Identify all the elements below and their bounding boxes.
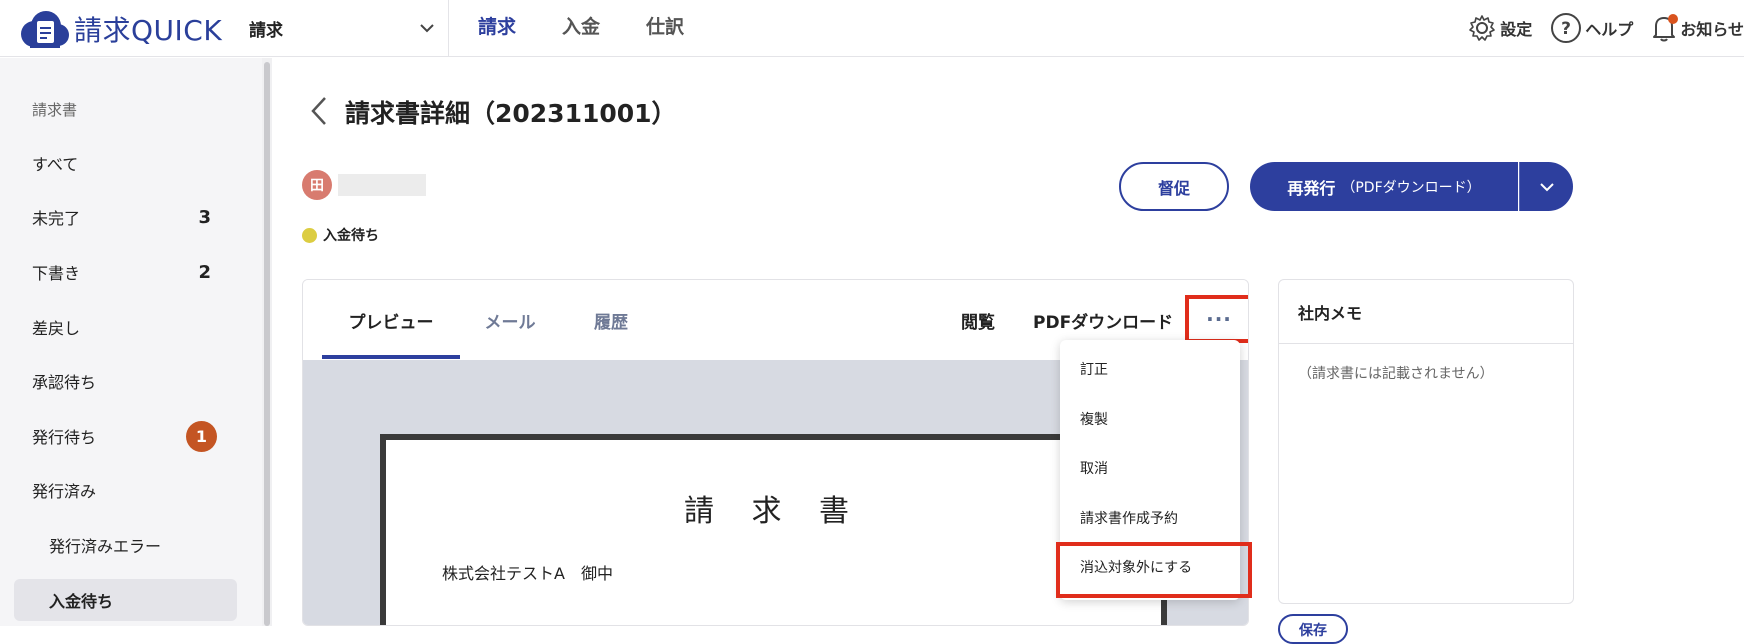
service-select-label: 請求 xyxy=(249,20,283,41)
status-dot xyxy=(302,227,317,243)
reissue-button[interactable]: 再発行 （PDFダウンロード） xyxy=(1250,162,1518,211)
sidebar-item-label: 発行待ち xyxy=(32,428,97,447)
sidebar-item-label: 未完了 xyxy=(32,209,81,228)
nav-journal[interactable]: 仕訳 xyxy=(646,12,684,42)
sidebar-item-label: 発行済み xyxy=(32,482,97,501)
sidebar-item-drafts[interactable]: 下書き 2 xyxy=(14,251,237,293)
sidebar-item-returned[interactable]: 差戻し xyxy=(14,306,237,348)
nav-invoice[interactable]: 請求 xyxy=(478,12,516,42)
app-name: 請求QUICK xyxy=(74,14,223,47)
memo-save-button[interactable]: 保存 xyxy=(1278,614,1348,644)
sidebar-item-incomplete[interactable]: 未完了 3 xyxy=(14,196,237,238)
header-actions: 設定 ? ヘルプ お知らせ xyxy=(1449,8,1744,48)
sidebar-item-label: 発行済みエラー xyxy=(49,537,162,556)
memo-title: 社内メモ xyxy=(1279,280,1573,344)
notifications-label: お知らせ xyxy=(1680,20,1744,39)
sidebar-item-label: 入金待ち xyxy=(49,592,114,611)
app-logo[interactable]: 請求QUICK xyxy=(16,6,222,52)
active-tab-indicator xyxy=(322,355,460,359)
help-button[interactable]: ? ヘルプ xyxy=(1550,12,1633,44)
tab-mail[interactable]: メール xyxy=(467,280,553,360)
settings-button[interactable]: 設定 xyxy=(1467,13,1532,43)
notifications-button[interactable]: お知らせ xyxy=(1651,13,1744,43)
svg-text:?: ? xyxy=(1561,19,1571,39)
sidebar-section-title: 請求書 xyxy=(32,101,78,119)
sidebar-scrollbar[interactable] xyxy=(264,62,270,626)
header-divider xyxy=(448,0,449,57)
sidebar-item-awaiting-issue[interactable]: 発行待ち 1 xyxy=(14,415,237,457)
document-recipient: 株式会社テストA 御中 xyxy=(442,564,613,583)
sidebar-item-label: すべて xyxy=(32,155,79,174)
memo-input[interactable]: （請求書には記載されません） xyxy=(1298,363,1494,383)
help-icon: ? xyxy=(1551,13,1582,43)
gear-icon xyxy=(1469,15,1496,41)
top-bar: 請求QUICK 請求 請求 入金 仕訳 設定 ? ヘルプ お知らせ xyxy=(0,0,1744,57)
chevron-down-icon xyxy=(420,24,434,33)
drafts-count: 2 xyxy=(198,261,211,283)
tab-preview[interactable]: プレビュー xyxy=(322,280,460,360)
highlight-box xyxy=(1056,542,1252,598)
document-title: 請 求 書 xyxy=(683,494,864,529)
incomplete-count: 3 xyxy=(198,206,211,228)
internal-memo-panel: 社内メモ （請求書には記載されません） xyxy=(1278,279,1574,604)
view-button[interactable]: 閲覧 xyxy=(961,280,995,360)
sidebar-item-awaiting-approval[interactable]: 承認待ち xyxy=(14,360,237,402)
page-title: 請求書詳細（202311001） xyxy=(345,99,677,128)
avatar: 田 xyxy=(302,170,332,200)
menu-item-cancel[interactable]: 取消 xyxy=(1060,443,1240,493)
menu-item-correct[interactable]: 訂正 xyxy=(1060,344,1240,394)
status-text: 入金待ち xyxy=(323,228,379,244)
more-options-button[interactable]: ··· xyxy=(1185,295,1248,343)
sidebar-item-issued[interactable]: 発行済み xyxy=(14,469,237,511)
settings-label: 設定 xyxy=(1500,20,1533,39)
remind-button[interactable]: 督促 xyxy=(1119,162,1229,211)
sidebar-item-issued-error[interactable]: 発行済みエラー xyxy=(14,524,237,566)
sidebar-item-label: 下書き xyxy=(32,264,81,283)
service-select[interactable]: 請求 xyxy=(249,10,435,46)
awaiting-issue-badge: 1 xyxy=(186,420,217,452)
sidebar-item-label: 承認待ち xyxy=(32,373,97,392)
top-nav: 請求 入金 仕訳 xyxy=(478,12,730,42)
nav-payment[interactable]: 入金 xyxy=(562,12,600,42)
sidebar-item-label: 差戻し xyxy=(32,319,81,338)
reissue-label: 再発行 xyxy=(1287,178,1336,198)
menu-item-duplicate[interactable]: 複製 xyxy=(1060,394,1240,444)
back-arrow-icon[interactable] xyxy=(308,95,330,127)
document-page: 請 求 書 株式会社テストA 御中 xyxy=(380,434,1167,625)
menu-item-schedule-invoice[interactable]: 請求書作成予約 xyxy=(1060,493,1240,543)
reissue-dropdown-button[interactable] xyxy=(1519,162,1573,211)
chevron-down-icon xyxy=(1539,182,1554,191)
tab-history[interactable]: 履歴 xyxy=(565,280,657,360)
cloud-document-icon xyxy=(21,11,69,48)
customer-name-redacted xyxy=(338,174,426,196)
reissue-sub-label: （PDFダウンロード） xyxy=(1341,179,1481,196)
sidebar-item-all[interactable]: すべて xyxy=(14,142,237,184)
help-label: ヘルプ xyxy=(1585,20,1634,39)
status-badge: 入金待ち xyxy=(302,225,379,245)
sidebar-item-awaiting-payment[interactable]: 入金待ち xyxy=(14,579,237,621)
